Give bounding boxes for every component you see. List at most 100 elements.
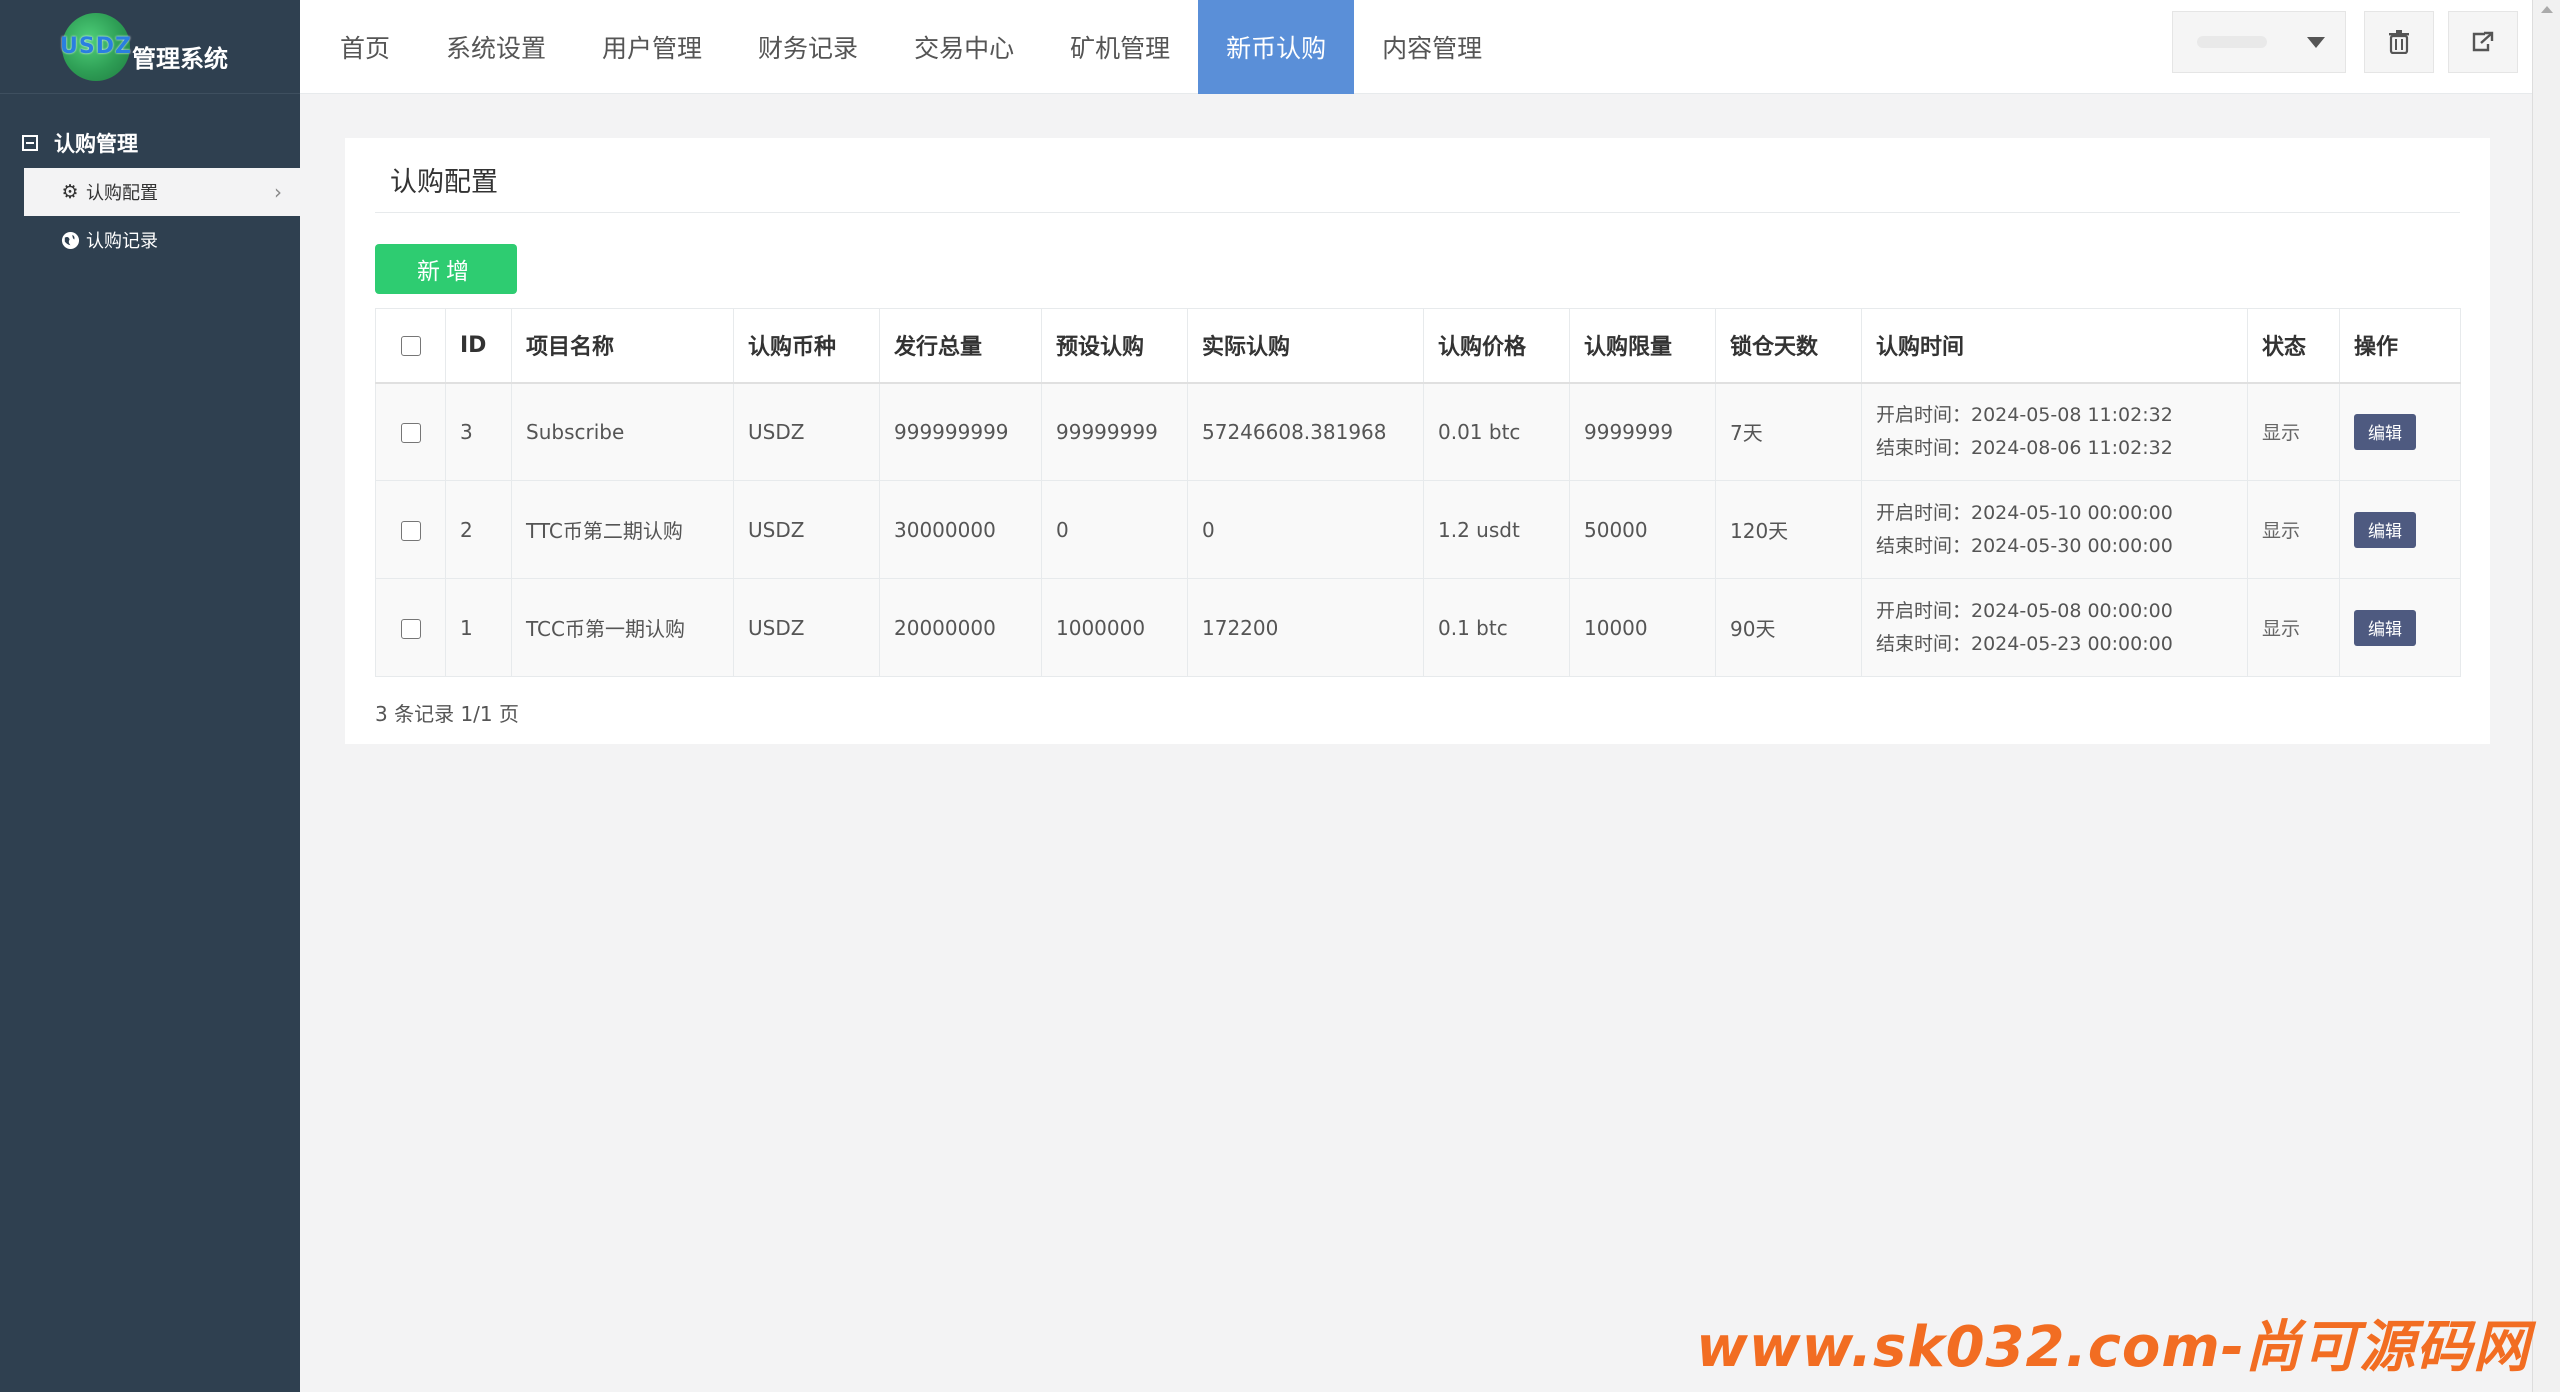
- start-time: 开启时间：2024-05-10 00:00:00: [1876, 501, 2173, 524]
- cell-status: 显示: [2247, 480, 2340, 579]
- chevron-right-icon: ›: [274, 180, 282, 204]
- cell-lock-days: 90天: [1715, 578, 1862, 677]
- cell-project-name: TCC币第一期认购: [511, 578, 734, 677]
- cell-lock-days: 120天: [1715, 480, 1862, 579]
- row-checkbox[interactable]: [400, 619, 421, 639]
- username-placeholder: [2197, 36, 2267, 48]
- row-checkbox[interactable]: [400, 521, 421, 541]
- globe-icon: [60, 230, 80, 250]
- cell-actual: 172200: [1187, 578, 1424, 677]
- nav-content-management[interactable]: 内容管理: [1354, 0, 1510, 94]
- logo-area: USDZ 管理系统: [0, 0, 300, 94]
- row-select-cell: [375, 578, 446, 677]
- cell-project-name: Subscribe: [511, 382, 734, 481]
- cell-price: 1.2 usdt: [1423, 480, 1570, 579]
- sidebar-item-subscription-config[interactable]: ⚙ 认购配置 ›: [24, 168, 300, 216]
- cell-time: 开启时间：2024-05-10 00:00:00 结束时间：2024-05-30…: [1861, 480, 2248, 579]
- sidebar-item-label: 认购配置: [86, 183, 158, 204]
- clear-cache-button[interactable]: [2364, 11, 2434, 73]
- share-out-icon: [2472, 31, 2494, 52]
- nav-home[interactable]: 首页: [312, 0, 418, 94]
- sidebar-item-subscription-records[interactable]: 认购记录: [24, 216, 300, 264]
- scroll-up-icon: [2541, 6, 2553, 13]
- cell-status: 显示: [2247, 578, 2340, 677]
- cell-limit: 50000: [1569, 480, 1716, 579]
- cell-limit: 10000: [1569, 578, 1716, 677]
- logout-button[interactable]: [2448, 11, 2518, 73]
- row-checkbox[interactable]: [400, 423, 421, 444]
- sidebar-section-label: 认购管理: [54, 132, 138, 156]
- cell-limit: 9999999: [1569, 382, 1716, 481]
- logo-icon: USDZ: [60, 12, 132, 81]
- cell-actual: 0: [1187, 480, 1424, 579]
- end-time: 结束时间：2024-08-06 11:02:32: [1876, 436, 2173, 459]
- gear-icon: ⚙: [61, 181, 79, 203]
- nav-finance-records[interactable]: 财务记录: [730, 0, 886, 94]
- cell-preset: 1000000: [1041, 578, 1188, 677]
- cell-total-supply: 20000000: [879, 578, 1042, 677]
- row-select-cell: [375, 382, 446, 481]
- add-button[interactable]: 新增: [375, 244, 517, 294]
- cell-actions: 编辑: [2339, 578, 2461, 677]
- header-id[interactable]: ID: [445, 308, 512, 384]
- cell-status: 显示: [2247, 382, 2340, 481]
- cell-id: 3: [445, 382, 512, 481]
- nav-trading-center[interactable]: 交易中心: [886, 0, 1042, 94]
- caret-down-icon: [2307, 36, 2325, 48]
- header-total-supply[interactable]: 发行总量: [879, 308, 1042, 384]
- subscription-table: ID 项目名称 认购币种 发行总量 预设认购 实际认购 认购价格 认购限量 锁仓…: [375, 308, 2461, 677]
- sidebar: USDZ 管理系统 认购管理 ⚙ 认购配置 › 认购记录: [0, 0, 300, 1392]
- header-price[interactable]: 认购价格: [1423, 308, 1570, 384]
- header-status[interactable]: 状态: [2247, 308, 2340, 384]
- title-divider: [375, 212, 2460, 213]
- logo-text: USDZ: [60, 34, 132, 59]
- cell-coin: USDZ: [733, 382, 880, 481]
- nav-user-management[interactable]: 用户管理: [574, 0, 730, 94]
- header-limit[interactable]: 认购限量: [1569, 308, 1716, 384]
- cell-total-supply: 30000000: [879, 480, 1042, 579]
- cell-time: 开启时间：2024-05-08 11:02:32 结束时间：2024-08-06…: [1861, 382, 2248, 481]
- header-time[interactable]: 认购时间: [1861, 308, 2248, 384]
- table-row: 3 Subscribe USDZ 999999999 99999999 5724…: [375, 382, 2461, 481]
- select-all-cell: [375, 308, 446, 384]
- header-project-name[interactable]: 项目名称: [511, 308, 734, 384]
- cell-lock-days: 7天: [1715, 382, 1862, 481]
- cell-id: 1: [445, 578, 512, 677]
- table-row: 2 TTC币第二期认购 USDZ 30000000 0 0 1.2 usdt 5…: [375, 480, 2461, 579]
- sidebar-section-subscription[interactable]: 认购管理: [0, 118, 300, 168]
- cell-coin: USDZ: [733, 480, 880, 579]
- edit-button[interactable]: 编辑: [2354, 609, 2416, 646]
- edit-button[interactable]: 编辑: [2354, 511, 2416, 548]
- nav-miner-management[interactable]: 矿机管理: [1042, 0, 1198, 94]
- content-panel: 认购配置 新增 ID 项目名称 认购币种 发行总量 预设认购 实际认购 认购价格…: [345, 138, 2490, 744]
- cell-actions: 编辑: [2339, 382, 2461, 481]
- window-scrollbar[interactable]: [2532, 0, 2560, 1392]
- header-lock-days[interactable]: 锁仓天数: [1715, 308, 1862, 384]
- pagination-info: 3 条记录 1/1 页: [375, 702, 519, 726]
- collapse-icon: [22, 135, 38, 151]
- end-time: 结束时间：2024-05-30 00:00:00: [1876, 534, 2173, 557]
- watermark-text: www.sk032.com-尚可源码网: [1696, 1315, 2530, 1380]
- cell-actions: 编辑: [2339, 480, 2461, 579]
- cell-price: 0.1 btc: [1423, 578, 1570, 677]
- nav-system-settings[interactable]: 系统设置: [418, 0, 574, 94]
- cell-price: 0.01 btc: [1423, 382, 1570, 481]
- cell-total-supply: 999999999: [879, 382, 1042, 481]
- sidebar-item-label: 认购记录: [86, 231, 158, 252]
- header-preset[interactable]: 预设认购: [1041, 308, 1188, 384]
- select-all-checkbox[interactable]: [400, 335, 421, 356]
- nav-new-coin-subscription[interactable]: 新币认购: [1198, 0, 1355, 94]
- top-navbar: 首页 系统设置 用户管理 财务记录 交易中心 矿机管理 新币认购 内容管理: [300, 0, 2532, 94]
- app-title: 管理系统: [132, 45, 228, 73]
- start-time: 开启时间：2024-05-08 11:02:32: [1876, 403, 2173, 426]
- cell-actual: 57246608.381968: [1187, 382, 1424, 481]
- page-title: 认购配置: [390, 167, 498, 198]
- header-actual[interactable]: 实际认购: [1187, 308, 1424, 384]
- header-coin[interactable]: 认购币种: [733, 308, 880, 384]
- end-time: 结束时间：2024-05-23 00:00:00: [1876, 632, 2173, 655]
- trash-icon: [2389, 30, 2409, 54]
- table-row: 1 TCC币第一期认购 USDZ 20000000 1000000 172200…: [375, 578, 2461, 677]
- edit-button[interactable]: 编辑: [2354, 413, 2416, 450]
- cell-coin: USDZ: [733, 578, 880, 677]
- user-dropdown[interactable]: [2172, 11, 2346, 73]
